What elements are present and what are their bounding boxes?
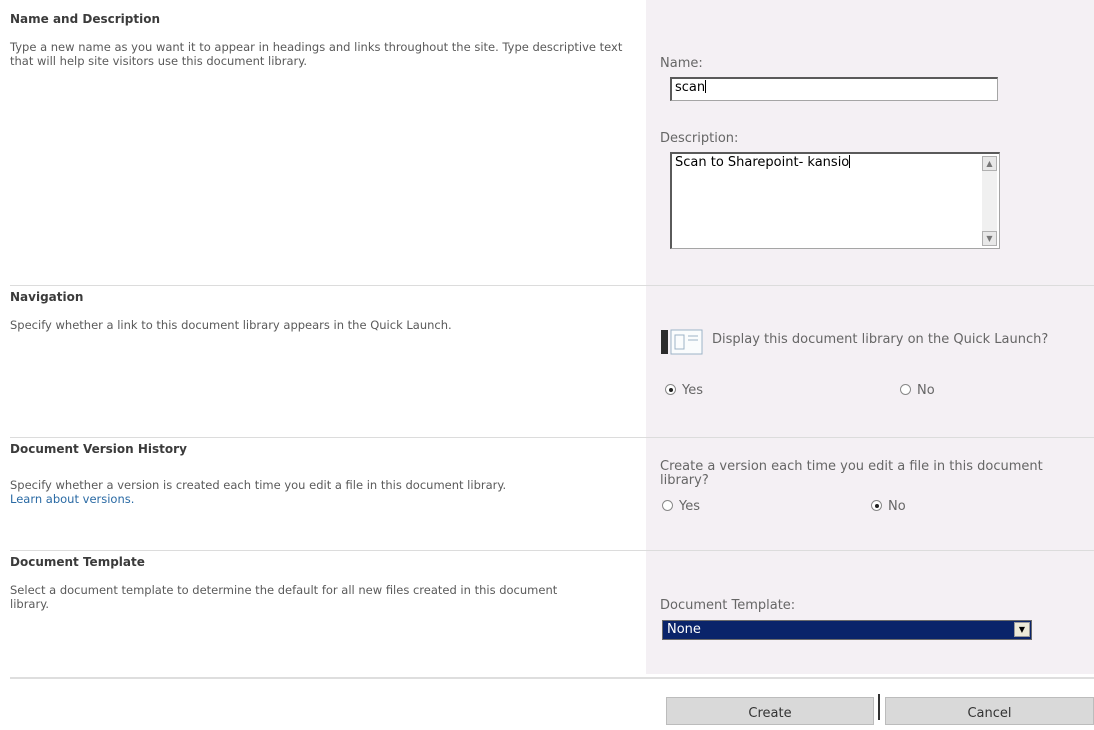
version-history-section: Create a version each time you edit a fi…	[0, 438, 1094, 550]
navigation-description: Specify whether a link to this document …	[10, 318, 452, 332]
scroll-up-arrow-icon[interactable]: ▲	[982, 156, 997, 171]
version-no-radio[interactable]: No	[871, 499, 906, 514]
radio-selected-icon	[871, 500, 882, 511]
version-history-input-panel: Create a version each time you edit a fi…	[646, 438, 1094, 550]
radio-unselected-icon	[662, 500, 673, 511]
version-no-label: No	[888, 499, 906, 514]
learn-about-versions-link[interactable]: Learn about versions.	[10, 492, 630, 506]
version-history-heading: Document Version History	[10, 442, 187, 456]
document-template-description: Select a document template to determine …	[10, 583, 558, 611]
radio-selected-icon	[665, 384, 676, 395]
radio-unselected-icon	[900, 384, 911, 395]
description-textarea-value: Scan to Sharepoint- kansio	[675, 155, 850, 170]
scroll-down-arrow-icon[interactable]: ▼	[982, 231, 997, 246]
navigation-input-panel: Display this document library on the Qui…	[646, 286, 1094, 437]
name-description-section: Name: scan Description: Scan to Sharepoi…	[0, 0, 1094, 286]
name-input-value: scan	[675, 80, 706, 95]
navigation-section: Display this document library on the Qui…	[0, 286, 1094, 437]
name-description-heading: Name and Description	[10, 12, 160, 26]
document-template-input-panel: Document Template: None ▼	[646, 551, 1094, 674]
cancel-button[interactable]: Cancel	[885, 697, 1094, 725]
chevron-down-icon[interactable]: ▼	[1014, 622, 1030, 637]
quick-launch-question: Display this document library on the Qui…	[712, 332, 1049, 347]
quick-launch-yes-radio[interactable]: Yes	[665, 383, 703, 398]
quick-launch-no-radio[interactable]: No	[900, 383, 935, 398]
quick-launch-no-label: No	[917, 383, 935, 398]
document-template-select[interactable]: None ▼	[662, 620, 1032, 640]
create-button[interactable]: Create	[666, 697, 874, 725]
name-label: Name:	[660, 56, 703, 71]
quick-launch-icon	[661, 329, 703, 355]
description-scrollbar[interactable]: ▲ ▼	[982, 156, 997, 246]
description-textarea[interactable]: Scan to Sharepoint- kansio ▲ ▼	[670, 152, 1000, 249]
name-description-input-panel: Name: scan Description: Scan to Sharepoi…	[646, 0, 1094, 286]
footer-divider	[10, 677, 1094, 679]
document-template-selected-value: None	[667, 622, 701, 637]
name-input[interactable]: scan	[670, 77, 998, 101]
version-yes-label: Yes	[679, 499, 700, 514]
description-label: Description:	[660, 131, 739, 146]
version-yes-radio[interactable]: Yes	[662, 499, 700, 514]
document-template-heading: Document Template	[10, 555, 145, 569]
document-template-label: Document Template:	[660, 598, 796, 613]
button-separator	[878, 694, 880, 720]
quick-launch-yes-label: Yes	[682, 383, 703, 398]
name-description-text: Type a new name as you want it to appear…	[10, 40, 623, 68]
version-history-description: Specify whether a version is created eac…	[10, 478, 507, 492]
navigation-heading: Navigation	[10, 290, 84, 304]
document-template-section: Document Template: None ▼ Document Templ…	[0, 551, 1094, 674]
version-question: Create a version each time you edit a fi…	[660, 459, 1043, 488]
